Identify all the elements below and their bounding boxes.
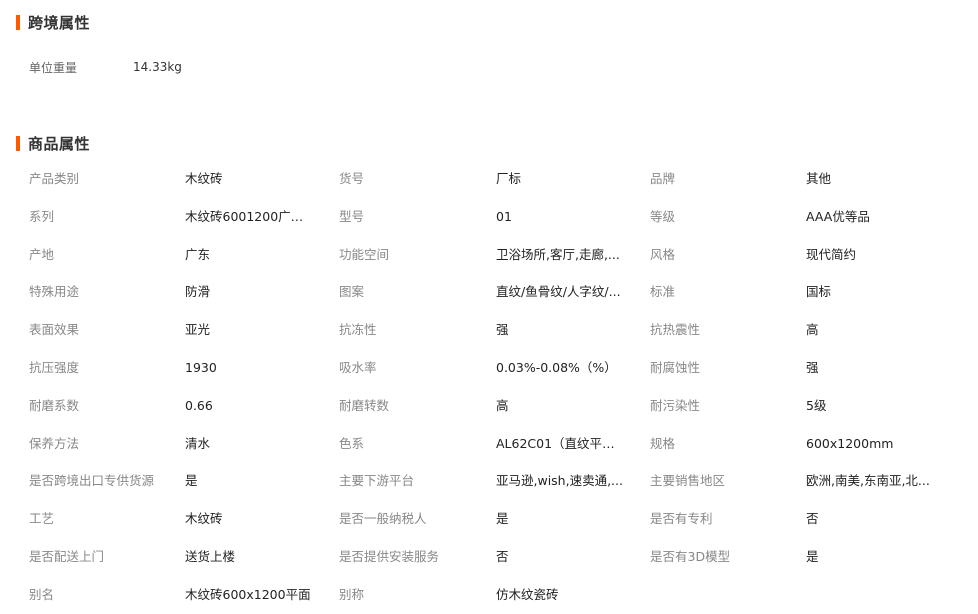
attribute-value: 现代简约 xyxy=(806,246,857,262)
attribute-label: 品牌 xyxy=(650,171,676,186)
attribute-value: 清水 xyxy=(185,435,211,451)
attribute-label: 抗冻性 xyxy=(339,322,377,338)
attribute-label: 等级 xyxy=(650,208,676,224)
attribute-label: 是否配送上门 xyxy=(29,548,105,564)
attribute-value: 01 xyxy=(496,208,512,224)
attribute-value: 欧洲,南美,东南亚,北... xyxy=(806,473,930,489)
attribute-value: 强 xyxy=(496,322,509,338)
attribute-row: 表面效果 亚光 抗冻性 强 抗热震性 高 xyxy=(0,311,978,349)
attribute-value: 亚光 xyxy=(185,322,211,338)
attribute-value: AL62C01（直纹平面... xyxy=(496,435,624,451)
attribute-label: 系列 xyxy=(29,208,55,224)
attribute-label: 是否跨境出口专供货源 xyxy=(29,473,155,489)
cross-border-title-text: 跨境属性 xyxy=(28,13,91,32)
attribute-label: 表面效果 xyxy=(29,322,80,338)
unit-weight-value: 14.33kg xyxy=(133,60,182,74)
attribute-row: 耐磨系数 0.66 耐磨转数 高 耐污染性 5级 xyxy=(0,387,978,425)
attribute-value: 国标 xyxy=(806,284,832,300)
product-attributes-table: 产品类别 木纹砖 货号 厂标 品牌 其他 系列 木纹砖6001200广东... 型号 01 等级 AA… xyxy=(0,160,978,614)
attribute-value: 直纹/鱼骨纹/人字纹/... xyxy=(496,284,621,300)
attribute-label: 是否一般纳税人 xyxy=(339,511,427,527)
attribute-value: AAA优等品 xyxy=(806,208,870,224)
attribute-value: 是 xyxy=(496,511,509,527)
attribute-value: 仿木纹瓷砖 xyxy=(496,586,559,602)
attribute-label: 保养方法 xyxy=(29,435,80,451)
product-attributes-section-title: 商品属性 xyxy=(16,133,90,153)
attribute-label: 色系 xyxy=(339,435,365,451)
attribute-value: 强 xyxy=(806,359,819,375)
attribute-label: 规格 xyxy=(650,435,676,451)
attribute-row: 是否配送上门 送货上楼 是否提供安装服务 否 是否有3D模型 是 xyxy=(0,538,978,576)
section-accent-bar xyxy=(16,14,20,30)
attribute-row: 特殊用途 防滑 图案 直纹/鱼骨纹/人字纹/... 标准 国标 xyxy=(0,273,978,311)
attribute-label: 特殊用途 xyxy=(29,284,80,300)
attribute-label: 别称 xyxy=(339,586,365,602)
attribute-value: 是 xyxy=(185,473,198,489)
attribute-label: 耐污染性 xyxy=(650,397,701,413)
attribute-row: 别名 木纹砖600x1200平面 别称 仿木纹瓷砖 xyxy=(0,576,978,614)
unit-weight-label: 单位重量 xyxy=(29,60,78,75)
attribute-value: 否 xyxy=(806,511,819,527)
attribute-row: 抗压强度 1930 吸水率 0.03%-0.08%（%） 耐腐蚀性 强 xyxy=(0,349,978,387)
attribute-label: 型号 xyxy=(339,208,365,224)
attribute-value: 600x1200mm xyxy=(806,435,894,451)
attribute-label: 耐磨转数 xyxy=(339,397,390,413)
attribute-value: 否 xyxy=(496,548,509,564)
attribute-value: 卫浴场所,客厅,走廊,... xyxy=(496,246,620,262)
attribute-value: 高 xyxy=(496,397,509,413)
attribute-label: 图案 xyxy=(339,284,365,300)
attribute-label: 别名 xyxy=(29,586,55,602)
attribute-value: 木纹砖 xyxy=(185,171,223,186)
attribute-value: 高 xyxy=(806,322,819,338)
attribute-label: 工艺 xyxy=(29,511,55,527)
attribute-value: 木纹砖6001200广东... xyxy=(185,208,313,224)
attribute-label: 产品类别 xyxy=(29,171,80,186)
attribute-row: 产地 广东 功能空间 卫浴场所,客厅,走廊,... 风格 现代简约 xyxy=(0,236,978,274)
attribute-row: 工艺 木纹砖 是否一般纳税人 是 是否有专利 否 xyxy=(0,500,978,538)
attribute-label: 耐腐蚀性 xyxy=(650,359,701,375)
attribute-value: 0.03%-0.08%（%） xyxy=(496,359,617,375)
attribute-row: 产品类别 木纹砖 货号 厂标 品牌 其他 xyxy=(0,160,978,198)
attribute-label: 功能空间 xyxy=(339,246,390,262)
attribute-label: 抗压强度 xyxy=(29,359,80,375)
attribute-label: 主要销售地区 xyxy=(650,473,726,489)
attribute-value: 防滑 xyxy=(185,284,211,300)
attribute-value: 木纹砖600x1200平面 xyxy=(185,586,311,602)
section-accent-bar xyxy=(16,135,20,151)
attribute-value: 厂标 xyxy=(496,171,522,186)
attribute-value: 0.66 xyxy=(185,397,213,413)
cross-border-section-title: 跨境属性 xyxy=(16,12,90,32)
attribute-row: 系列 木纹砖6001200广东... 型号 01 等级 AAA优等品 xyxy=(0,198,978,236)
attribute-label: 耐磨系数 xyxy=(29,397,80,413)
product-attributes-title-text: 商品属性 xyxy=(28,134,91,153)
attribute-value: 1930 xyxy=(185,359,217,375)
attribute-value: 木纹砖 xyxy=(185,511,223,527)
attribute-label: 风格 xyxy=(650,246,676,262)
attribute-label: 抗热震性 xyxy=(650,322,701,338)
attribute-label: 吸水率 xyxy=(339,359,377,375)
attribute-value: 5级 xyxy=(806,397,827,413)
attribute-label: 是否有3D模型 xyxy=(650,548,731,564)
attribute-value: 其他 xyxy=(806,171,832,186)
attribute-label: 标准 xyxy=(650,284,676,300)
attribute-label: 产地 xyxy=(29,246,55,262)
attribute-label: 是否提供安装服务 xyxy=(339,548,440,564)
attribute-label: 主要下游平台 xyxy=(339,473,415,489)
attribute-label: 货号 xyxy=(339,171,365,186)
attribute-value: 是 xyxy=(806,548,819,564)
attribute-row: 是否跨境出口专供货源 是 主要下游平台 亚马逊,wish,速卖通,... 主要销售地区 欧… xyxy=(0,462,978,500)
attribute-row: 保养方法 清水 色系 AL62C01（直纹平面... 规格 600x1200mm xyxy=(0,425,978,463)
attribute-label: 是否有专利 xyxy=(650,511,713,527)
attribute-value: 广东 xyxy=(185,246,211,262)
attribute-value: 送货上楼 xyxy=(185,548,236,564)
unit-weight-row: 单位重量 14.33kg xyxy=(29,57,182,77)
attribute-value: 亚马逊,wish,速卖通,... xyxy=(496,473,623,489)
